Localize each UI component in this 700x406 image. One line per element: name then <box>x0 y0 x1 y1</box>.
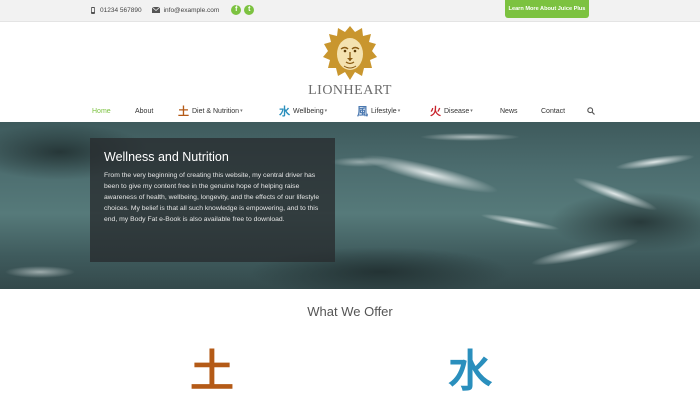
phone-icon <box>91 6 95 14</box>
phone-item[interactable]: 01234 567890 <box>90 6 142 14</box>
water-glyph-icon: 水 <box>279 105 290 118</box>
chevron-down-icon: ▾ <box>470 108 473 114</box>
top-bar: 01234 567890 info@example.com f t Learn … <box>0 0 700 22</box>
nav-lifestyle[interactable]: 風 Lifestyle ▾ <box>357 101 400 121</box>
email-item[interactable]: info@example.com <box>151 6 220 14</box>
nav-lifestyle-label: Lifestyle <box>371 107 397 115</box>
water-glyph-icon[interactable]: 水 <box>448 350 492 394</box>
nav-disease[interactable]: 火 Disease ▾ <box>430 101 473 121</box>
nav-about-label: About <box>135 107 154 115</box>
nav-disease-label: Disease <box>444 107 470 115</box>
hero-body: From the very beginning of creating this… <box>104 172 320 223</box>
hero-banner: Wellness and Nutrition From the very beg… <box>0 122 700 289</box>
search-button[interactable] <box>587 101 595 121</box>
lion-head-icon <box>323 26 377 80</box>
chevron-down-icon: ▾ <box>324 108 328 114</box>
nav-diet-nutrition-label: Diet & Nutrition <box>192 107 240 115</box>
twitter-icon[interactable]: t <box>244 5 255 15</box>
main-nav: Home About 土 Diet & Nutrition ▾ 水 Wellbe… <box>0 101 700 121</box>
nav-contact[interactable]: Contact <box>541 101 565 121</box>
contact-info: 01234 567890 info@example.com f t <box>90 5 255 15</box>
wind-glyph-icon: 風 <box>357 105 368 118</box>
nav-news-label: News <box>500 107 518 115</box>
facebook-icon[interactable]: f <box>231 5 242 15</box>
nav-diet-nutrition[interactable]: 土 Diet & Nutrition ▾ <box>178 101 243 121</box>
nav-home-label: Home <box>92 107 111 115</box>
nav-about[interactable]: About <box>135 101 153 121</box>
search-icon <box>587 107 595 115</box>
phone-number: 01234 567890 <box>100 6 142 14</box>
chevron-down-icon: ▾ <box>397 108 401 114</box>
fire-glyph-icon: 火 <box>430 105 441 118</box>
site-logo[interactable]: LIONHEART <box>300 24 400 99</box>
logo-wordmark: LIONHEART <box>308 83 392 98</box>
earth-glyph-icon[interactable]: 土 <box>190 350 234 394</box>
nav-wellbeing-label: Wellbeing <box>293 107 324 115</box>
nav-home[interactable]: Home <box>92 101 111 121</box>
email-icon <box>151 7 160 13</box>
earth-glyph-icon: 土 <box>178 105 189 118</box>
hero-text-panel: Wellness and Nutrition From the very beg… <box>90 138 335 262</box>
juice-plus-cta-button[interactable]: Learn More About Juice Plus <box>505 0 589 18</box>
social-links: f t <box>231 5 255 15</box>
nav-wellbeing[interactable]: 水 Wellbeing ▾ <box>279 101 327 121</box>
nav-news[interactable]: News <box>500 101 518 121</box>
section-title: What We Offer <box>307 304 393 319</box>
hero-title: Wellness and Nutrition <box>104 150 229 164</box>
chevron-down-icon: ▾ <box>240 108 243 114</box>
email-address: info@example.com <box>163 6 220 14</box>
nav-contact-label: Contact <box>541 107 566 115</box>
